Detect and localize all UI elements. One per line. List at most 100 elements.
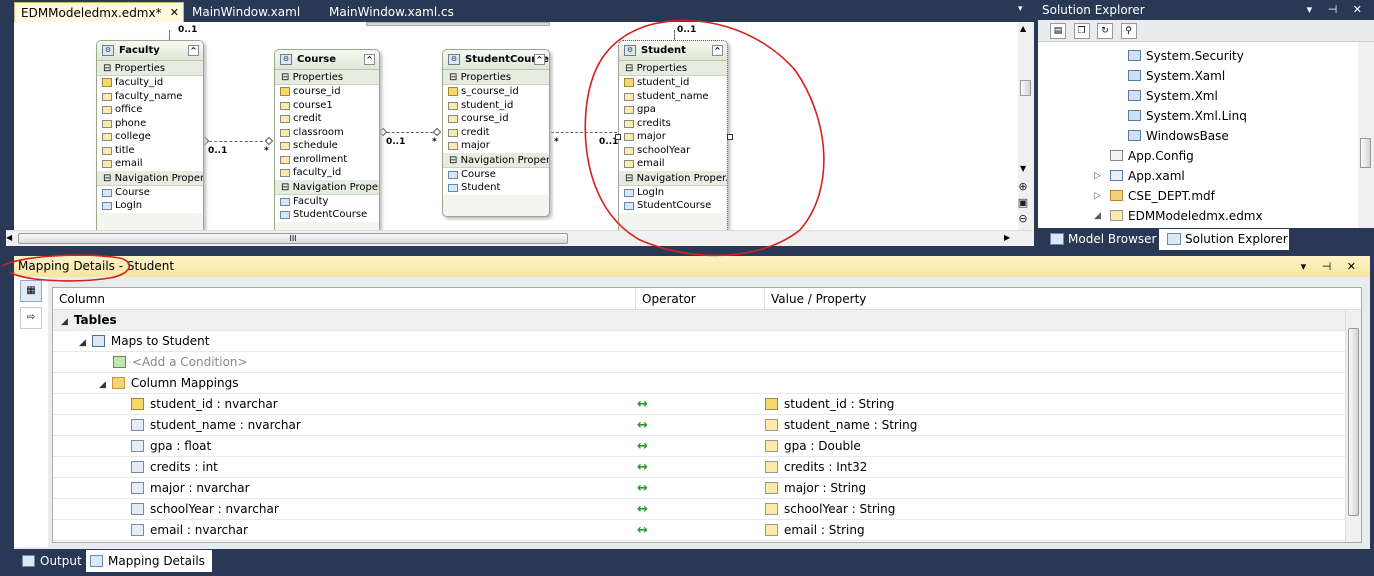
solution-vertical-scrollbar[interactable]	[1358, 42, 1374, 228]
mapping-row[interactable]: student_name : nvarchar ↔ student_name :…	[53, 415, 1361, 436]
property-row[interactable]: college	[97, 130, 203, 144]
maps-to-row[interactable]: ◢ Maps to Student	[53, 331, 1361, 352]
property-row[interactable]: student_id	[619, 76, 727, 90]
collapse-icon[interactable]: ^	[712, 45, 723, 56]
navigation-row[interactable]: LogIn	[97, 199, 203, 213]
scroll-right-icon[interactable]: ▶	[1004, 233, 1010, 242]
property-row[interactable]: faculty_id	[275, 166, 379, 180]
tree-item[interactable]: System.Xaml	[1128, 66, 1225, 86]
property-row[interactable]: course_id	[443, 112, 549, 126]
section-properties[interactable]: ⊟ Properties	[619, 61, 727, 76]
close-icon[interactable]: ✕	[170, 3, 179, 23]
property-row[interactable]: major	[619, 130, 727, 144]
tab-mainwindow-xaml[interactable]: MainWindow.xaml	[186, 2, 306, 22]
section-navigation[interactable]: ⊟ Navigation Proper...	[443, 152, 549, 168]
panel-pin-icons[interactable]: ▾ ⊣ ✕	[1301, 256, 1362, 277]
entity-course[interactable]: ⚙ Course ^ ⊟ Properties course_id course1 …	[274, 49, 380, 230]
zoom-in-icon[interactable]: ⊕	[1016, 180, 1030, 194]
mapping-row[interactable]: major : nvarchar ↔ major : String	[53, 478, 1361, 499]
tables-row[interactable]: ◢ Tables	[53, 310, 1361, 331]
value-property-header[interactable]: Value / Property	[764, 288, 866, 310]
selection-handle[interactable]	[727, 134, 733, 140]
property-row[interactable]: course_id	[275, 85, 379, 99]
section-navigation[interactable]: ⊟ Navigation Proper...	[275, 179, 379, 195]
column-header[interactable]: Column	[53, 288, 105, 310]
tree-item[interactable]: WindowsBase	[1128, 126, 1229, 146]
operator-header[interactable]: Operator	[635, 288, 696, 310]
property-row[interactable]: credits	[619, 116, 727, 130]
scroll-thumb[interactable]	[1020, 80, 1031, 96]
view-class-diagram-icon[interactable]: ⚲	[1120, 23, 1137, 39]
tree-item[interactable]: System.Xml	[1128, 86, 1218, 106]
property-row[interactable]: credit	[275, 112, 379, 126]
property-row[interactable]: enrollment	[275, 152, 379, 166]
chevron-down-icon[interactable]: ▾	[1018, 4, 1036, 14]
association-line[interactable]	[204, 141, 268, 142]
property-row[interactable]: faculty_id	[97, 76, 203, 90]
navigation-row[interactable]: Student	[443, 181, 549, 195]
map-to-table-icon[interactable]: ▦	[20, 280, 42, 302]
mapping-row[interactable]: email : nvarchar ↔ email : String	[53, 520, 1361, 541]
scroll-thumb[interactable]: III	[18, 233, 568, 244]
property-row[interactable]: email	[619, 157, 727, 171]
tab-output[interactable]: Output	[18, 550, 82, 572]
property-row[interactable]: office	[97, 103, 203, 117]
mapping-row[interactable]: credits : int ↔ credits : Int32	[53, 457, 1361, 478]
zoom-fit-icon[interactable]: ▣	[1016, 196, 1030, 210]
property-row[interactable]: schoolYear	[619, 143, 727, 157]
entity-studentcourse[interactable]: ⚙ StudentCourse ^ ⊟ Properties s_course_id…	[442, 49, 550, 217]
tree-item[interactable]: App.Config	[1110, 146, 1194, 166]
add-condition-row[interactable]: <Add a Condition>	[53, 352, 1361, 373]
navigation-row[interactable]: Course	[97, 185, 203, 199]
panel-pin-icons[interactable]: ▾ ⊣ ✕	[1307, 0, 1368, 20]
mapping-row[interactable]: gpa : float ↔ gpa : Double	[53, 436, 1361, 457]
property-row[interactable]: s_course_id	[443, 85, 549, 99]
property-row[interactable]: course1	[275, 98, 379, 112]
property-row[interactable]: schedule	[275, 139, 379, 153]
mapping-row[interactable]: schoolYear : nvarchar ↔ schoolYear : Str…	[53, 499, 1361, 520]
tree-item[interactable]: ◢ EDMModeledmx.edmx	[1094, 206, 1263, 226]
tab-edmx[interactable]: EDMModeledmx.edmx* ✕	[14, 2, 184, 22]
mapping-grid[interactable]: Column Operator Value / Property ◢ Tables…	[52, 287, 1362, 543]
navigation-row[interactable]: Faculty	[275, 194, 379, 208]
mapping-row[interactable]: student_id : nvarchar ↔ student_id : Str…	[53, 394, 1361, 415]
navigation-row[interactable]: LogIn	[619, 185, 727, 199]
property-row[interactable]: phone	[97, 116, 203, 130]
grid-vertical-scrollbar[interactable]	[1345, 310, 1361, 542]
property-row[interactable]: credit	[443, 125, 549, 139]
navigation-row[interactable]: StudentCourse	[619, 199, 727, 213]
scroll-left-icon[interactable]: ◀	[6, 233, 12, 242]
association-line[interactable]	[551, 132, 617, 133]
tab-mapping-details[interactable]: Mapping Details	[86, 550, 212, 572]
collapse-icon[interactable]: ^	[364, 54, 375, 65]
solution-tree[interactable]: System.Security System.Xaml System.Xml S…	[1038, 42, 1374, 228]
show-all-files-icon[interactable]: ❐	[1073, 23, 1090, 39]
section-properties[interactable]: ⊟ Properties	[97, 61, 203, 76]
entity-student[interactable]: ⚙ Student ^ ⊟ Properties student_id studen…	[618, 40, 728, 230]
navigation-row[interactable]: StudentCourse	[275, 208, 379, 222]
association-line[interactable]	[382, 132, 438, 133]
property-row[interactable]: gpa	[619, 103, 727, 117]
section-navigation[interactable]: ⊟ Navigation Proper...	[619, 170, 727, 186]
tab-model-browser[interactable]: Model Browser	[1042, 229, 1156, 250]
property-row[interactable]: major	[443, 139, 549, 153]
section-navigation[interactable]: ⊟ Navigation Proper...	[97, 170, 203, 186]
collapse-icon[interactable]: ^	[188, 45, 199, 56]
property-row[interactable]: student_id	[443, 98, 549, 112]
column-mappings-row[interactable]: ◢ Column Mappings	[53, 373, 1361, 394]
scroll-thumb[interactable]	[1348, 328, 1359, 516]
zoom-out-icon[interactable]: ⊖	[1016, 212, 1030, 226]
property-row[interactable]: title	[97, 143, 203, 157]
property-row[interactable]: faculty_name	[97, 89, 203, 103]
scroll-up-icon[interactable]: ▲	[1020, 24, 1026, 33]
map-to-functions-icon[interactable]: ⇨	[20, 307, 42, 329]
selection-handle[interactable]	[615, 134, 621, 140]
collapse-icon[interactable]: ^	[534, 54, 545, 65]
tree-item[interactable]: System.Xml.Linq	[1128, 106, 1247, 126]
designer-horizontal-scrollbar[interactable]: ◀ III ▶	[6, 230, 1034, 246]
scroll-down-icon[interactable]: ▼	[1020, 164, 1026, 173]
scroll-thumb[interactable]	[1360, 138, 1371, 168]
tree-item[interactable]: System.Security	[1128, 46, 1244, 66]
section-properties[interactable]: ⊟ Properties	[443, 70, 549, 85]
properties-icon[interactable]: ▤	[1050, 23, 1066, 39]
